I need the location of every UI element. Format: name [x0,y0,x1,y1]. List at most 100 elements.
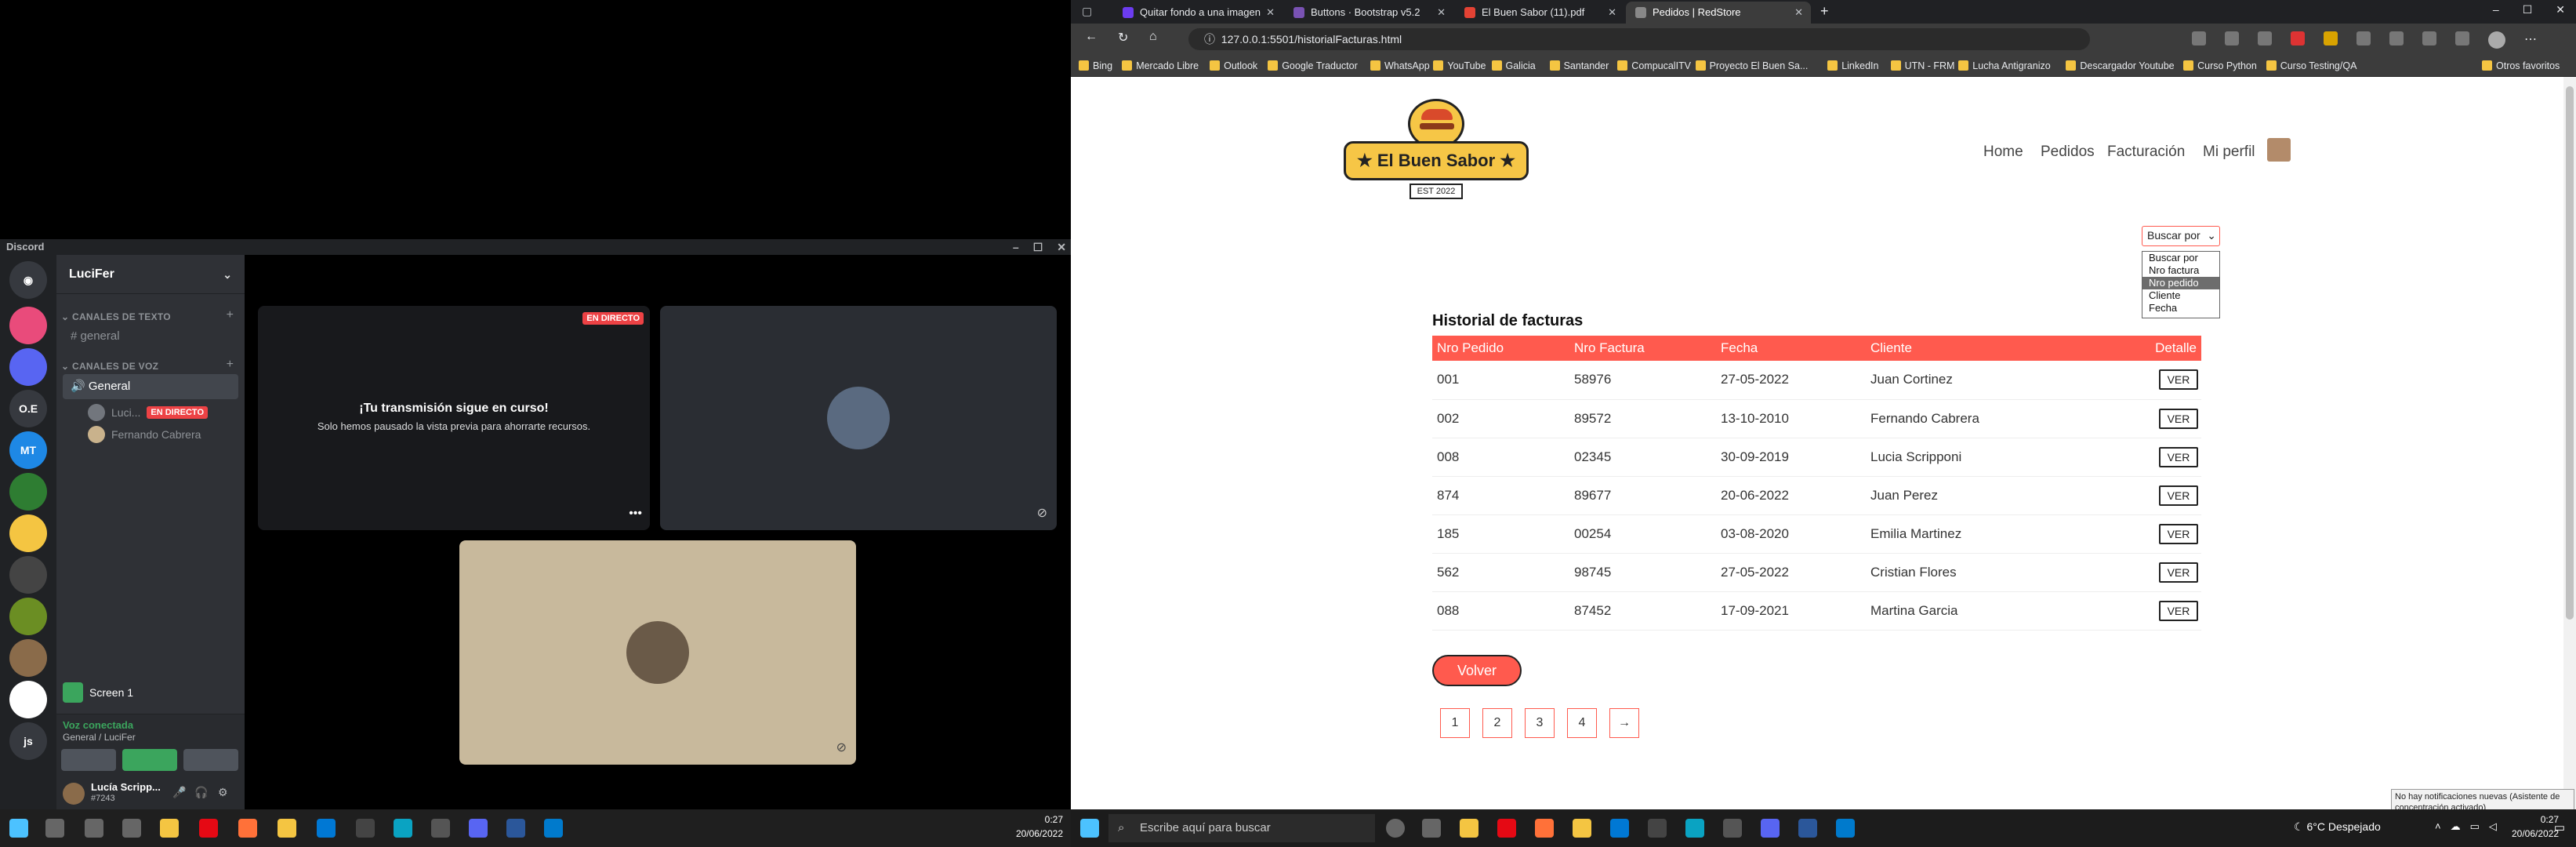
nav-pedidos[interactable]: Pedidos [2041,144,2095,161]
bookmark-item[interactable]: Outlook [1210,55,1257,77]
read-aloud-icon[interactable] [2192,31,2206,45]
search-icon[interactable] [45,819,64,838]
page-1-button[interactable]: 1 [1440,708,1470,738]
share-screen-button[interactable] [122,749,177,771]
extension-icon[interactable] [2324,31,2338,45]
view-detail-button[interactable]: VER [2159,485,2198,506]
server-icon[interactable] [9,348,47,386]
word-icon[interactable] [1798,819,1817,838]
dropdown-option[interactable]: Fecha [2142,302,2219,314]
category-voice[interactable]: ⌄ CANALES DE VOZ [61,361,158,372]
server-icon[interactable]: O.E [9,390,47,427]
voice-user[interactable]: Luci... EN DIRECTO [88,402,208,423]
new-tab-icon[interactable]: + [1820,3,1829,20]
taskbar-search-input[interactable]: ⌕ Escribe aquí para buscar [1108,814,1375,842]
task-view-icon[interactable] [1422,819,1441,838]
bookmark-item[interactable]: CompucalITV [1617,55,1691,77]
dropdown-option[interactable]: Nro factura [2142,264,2219,277]
notification-icon[interactable]: ▭ [2554,820,2565,834]
tab-pdf[interactable]: El Buen Sabor (11).pdf ✕ [1455,2,1624,24]
server-icon[interactable] [9,598,47,635]
folder-icon[interactable] [1573,819,1591,838]
back-button[interactable]: Volver [1432,655,1522,686]
word-icon[interactable] [506,819,525,838]
windows-start-icon[interactable] [1080,819,1099,838]
folder-icon[interactable] [278,819,296,838]
clock[interactable]: 0:27 20/06/2022 [2512,812,2559,841]
nav-mi-perfil[interactable]: Mi perfil [2203,144,2255,161]
tab-actions-icon[interactable]: ▢ [1082,5,1092,18]
network-icon[interactable]: ▭ [2470,820,2480,833]
weather-widget[interactable]: ☾ 6°C Despejado [2294,820,2381,834]
add-voice-channel-icon[interactable]: + [227,358,234,372]
minimize-icon[interactable]: – [1013,239,1019,255]
voice-user[interactable]: Fernando Cabrera [88,424,201,445]
profile-icon[interactable] [2455,31,2469,45]
extension-icon[interactable] [2291,31,2305,45]
server-icon[interactable] [9,556,47,594]
voice-channel-general[interactable]: 🔊 General [63,374,238,399]
calculator-icon[interactable] [1610,819,1629,838]
edge-icon[interactable] [394,819,412,838]
user-tile[interactable]: ⊘ [660,306,1057,530]
edge-icon[interactable] [1685,819,1704,838]
terminal-icon[interactable] [1723,819,1742,838]
clock[interactable]: 0:27 20/06/2022 [1016,812,1063,841]
vscode-icon[interactable] [544,819,563,838]
add-channel-icon[interactable]: + [227,308,234,322]
vscode-icon[interactable] [1836,819,1855,838]
server-icon[interactable] [9,307,47,344]
reload-icon[interactable]: ↻ [1118,30,1128,45]
cortana-icon[interactable] [1386,819,1405,838]
back-icon[interactable]: ← [1085,30,1098,44]
bookmark-item[interactable]: Proyecto El Buen Sa... [1695,55,1808,77]
onedrive-icon[interactable]: ☁ [2451,820,2461,833]
site-logo[interactable]: ★ El Buen Sabor ★ EST 2022 [1342,96,1530,202]
camera-button[interactable] [61,749,116,771]
next-page-button[interactable]: → [1609,708,1639,738]
close-tab-icon[interactable]: ✕ [1794,2,1803,24]
dropdown-option[interactable]: Cliente [2142,289,2219,302]
view-detail-button[interactable]: VER [2159,600,2198,621]
maps-icon[interactable] [356,819,375,838]
server-icon[interactable]: js [9,722,47,760]
discord-home-icon[interactable]: ◉ [9,261,47,299]
server-icon[interactable] [9,639,47,677]
more-icon[interactable]: ••• [629,507,642,521]
server-header[interactable]: LuciFer ⌄ [56,255,245,294]
scrollbar-thumb[interactable] [2566,86,2574,620]
page-4-button[interactable]: 4 [1567,708,1597,738]
minimize-icon[interactable]: – [2493,3,2499,16]
firefox-icon[interactable] [238,819,257,838]
avatar[interactable] [2488,31,2505,49]
bookmark-item[interactable]: Google Traductor [1268,55,1358,77]
activity-button[interactable] [183,749,238,771]
scrollbar[interactable] [2563,77,2576,809]
view-detail-button[interactable]: VER [2159,408,2198,429]
channel-general-text[interactable]: # general [63,324,238,349]
windows-start-icon[interactable] [9,819,28,838]
extensions-puzzle-icon[interactable] [2356,31,2371,45]
terminal-icon[interactable] [431,819,450,838]
category-text[interactable]: ⌄ CANALES DE TEXTO [61,311,171,322]
file-explorer-icon[interactable] [160,819,179,838]
home-icon[interactable]: ⌂ [1149,30,1157,44]
maps-icon[interactable] [1648,819,1667,838]
discord-icon[interactable] [1761,819,1780,838]
server-icon[interactable] [9,473,47,511]
screen-share-panel[interactable]: Screen 1 [56,677,245,708]
stream-tile-paused[interactable]: EN DIRECTO ¡Tu transmisión sigue en curs… [258,306,650,530]
page-3-button[interactable]: 3 [1525,708,1555,738]
gear-icon[interactable]: ⚙ [218,786,228,799]
maximize-icon[interactable]: ☐ [1033,239,1043,255]
favorite-icon[interactable] [2225,31,2239,45]
server-icon[interactable] [9,514,47,552]
netflix-icon[interactable] [1497,819,1516,838]
bookmark-item[interactable]: Mercado Libre [1122,55,1199,77]
address-bar[interactable]: ⓘ 127.0.0.1:5501/historialFacturas.html [1188,28,2090,50]
nav-facturacion[interactable]: Facturación [2107,144,2185,161]
bookmark-item[interactable]: Galicia [1491,55,1536,77]
firefox-icon[interactable] [1535,819,1554,838]
calculator-icon[interactable] [317,819,336,838]
chevron-up-icon[interactable]: ˄ [2435,820,2441,833]
